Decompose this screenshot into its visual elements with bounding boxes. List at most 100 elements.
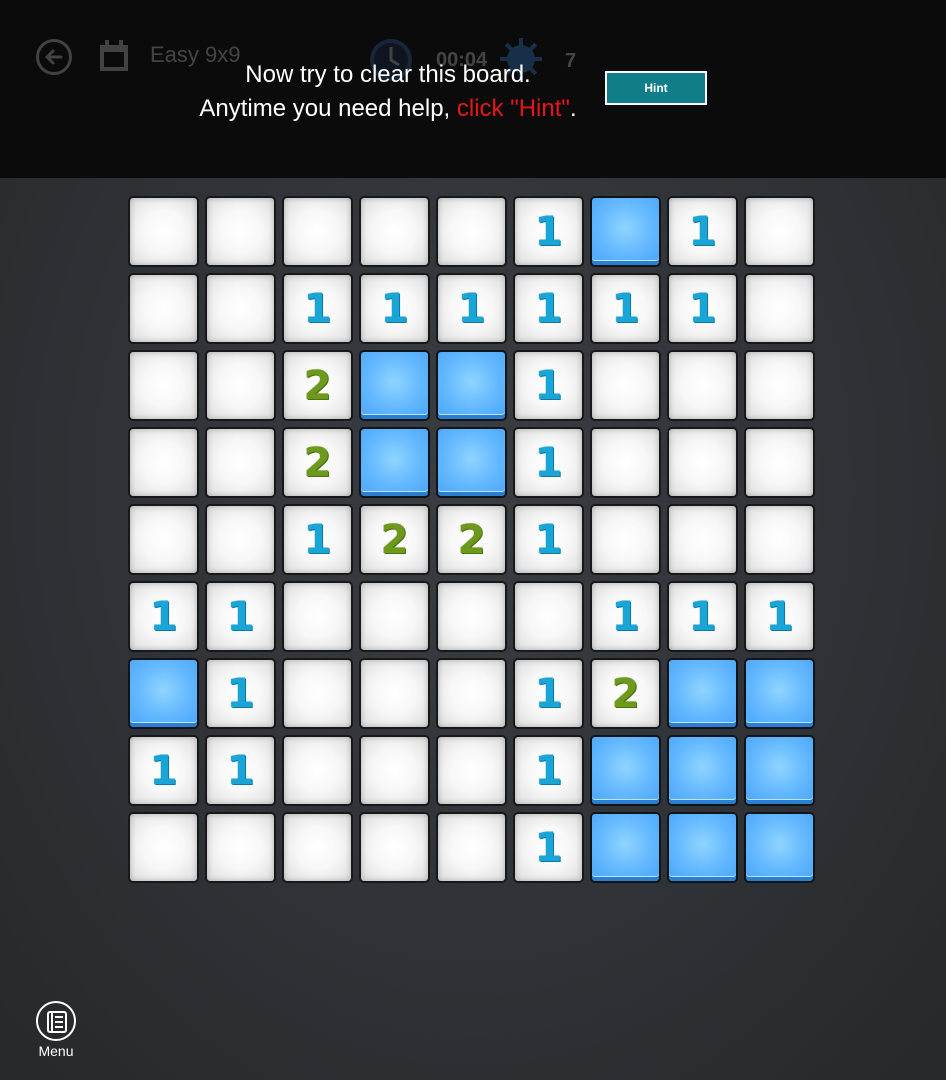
- number-tile[interactable]: 1: [590, 273, 661, 344]
- revealed-tile[interactable]: [205, 350, 276, 421]
- revealed-tile[interactable]: [359, 658, 430, 729]
- number-tile[interactable]: 1: [359, 273, 430, 344]
- tile-number: 1: [534, 285, 563, 332]
- number-tile[interactable]: 1: [205, 658, 276, 729]
- number-tile[interactable]: 1: [205, 581, 276, 652]
- revealed-tile[interactable]: [667, 350, 738, 421]
- number-tile[interactable]: 2: [282, 350, 353, 421]
- revealed-tile[interactable]: [436, 812, 507, 883]
- number-tile[interactable]: 1: [205, 735, 276, 806]
- revealed-tile[interactable]: [513, 581, 584, 652]
- tile-number: 1: [149, 593, 178, 640]
- tile-number: 1: [688, 208, 717, 255]
- revealed-tile[interactable]: [590, 427, 661, 498]
- number-tile[interactable]: 1: [667, 273, 738, 344]
- revealed-tile[interactable]: [359, 581, 430, 652]
- number-tile[interactable]: 1: [513, 504, 584, 575]
- revealed-tile[interactable]: [128, 350, 199, 421]
- revealed-tile[interactable]: [359, 812, 430, 883]
- covered-tile[interactable]: [359, 427, 430, 498]
- covered-tile[interactable]: [744, 658, 815, 729]
- revealed-tile[interactable]: [205, 427, 276, 498]
- revealed-tile[interactable]: [590, 504, 661, 575]
- covered-tile[interactable]: [667, 735, 738, 806]
- revealed-tile[interactable]: [667, 504, 738, 575]
- number-tile[interactable]: 1: [128, 735, 199, 806]
- revealed-tile[interactable]: [667, 427, 738, 498]
- number-tile[interactable]: 1: [282, 504, 353, 575]
- covered-tile[interactable]: [590, 812, 661, 883]
- menu-label: Menu: [38, 1043, 74, 1059]
- number-tile[interactable]: 1: [282, 273, 353, 344]
- hint-button[interactable]: Hint: [605, 71, 707, 105]
- revealed-tile[interactable]: [282, 196, 353, 267]
- revealed-tile[interactable]: [359, 196, 430, 267]
- revealed-tile[interactable]: [436, 658, 507, 729]
- covered-tile[interactable]: [436, 427, 507, 498]
- tutorial-line-2-prefix: Anytime you need help,: [199, 95, 457, 122]
- number-tile[interactable]: 1: [513, 350, 584, 421]
- number-tile[interactable]: 1: [667, 196, 738, 267]
- covered-tile[interactable]: [590, 196, 661, 267]
- number-tile[interactable]: 1: [128, 581, 199, 652]
- revealed-tile[interactable]: [128, 812, 199, 883]
- tile-number: 1: [457, 285, 486, 332]
- revealed-tile[interactable]: [744, 427, 815, 498]
- revealed-tile[interactable]: [205, 504, 276, 575]
- revealed-tile[interactable]: [282, 812, 353, 883]
- covered-tile[interactable]: [590, 735, 661, 806]
- revealed-tile[interactable]: [436, 196, 507, 267]
- tile-number: 2: [380, 516, 409, 563]
- number-tile[interactable]: 1: [513, 196, 584, 267]
- tile-number: 1: [534, 824, 563, 871]
- revealed-tile[interactable]: [205, 812, 276, 883]
- revealed-tile[interactable]: [436, 581, 507, 652]
- number-tile[interactable]: 1: [667, 581, 738, 652]
- revealed-tile[interactable]: [128, 196, 199, 267]
- number-tile[interactable]: 1: [590, 581, 661, 652]
- tile-number: 1: [688, 285, 717, 332]
- revealed-tile[interactable]: [205, 196, 276, 267]
- number-tile[interactable]: 2: [590, 658, 661, 729]
- tile-number: 1: [226, 747, 255, 794]
- revealed-tile[interactable]: [590, 350, 661, 421]
- covered-tile[interactable]: [667, 658, 738, 729]
- tile-number: 1: [534, 516, 563, 563]
- covered-tile[interactable]: [667, 812, 738, 883]
- revealed-tile[interactable]: [436, 735, 507, 806]
- number-tile[interactable]: 1: [513, 273, 584, 344]
- minesweeper-board: 1 1 1 1 1 1 1 1 2 1 2 1 1 2 2 1 1 1 1 1 1 1 1 2 1 1 1 1: [128, 196, 815, 883]
- covered-tile[interactable]: [744, 812, 815, 883]
- revealed-tile[interactable]: [128, 504, 199, 575]
- revealed-tile[interactable]: [744, 196, 815, 267]
- tile-number: 1: [226, 670, 255, 717]
- number-tile[interactable]: 2: [436, 504, 507, 575]
- revealed-tile[interactable]: [282, 658, 353, 729]
- number-tile[interactable]: 1: [513, 427, 584, 498]
- number-tile[interactable]: 2: [282, 427, 353, 498]
- revealed-tile[interactable]: [128, 427, 199, 498]
- covered-tile[interactable]: [436, 350, 507, 421]
- number-tile[interactable]: 1: [513, 735, 584, 806]
- covered-tile[interactable]: [359, 350, 430, 421]
- revealed-tile[interactable]: [205, 273, 276, 344]
- number-tile[interactable]: 1: [744, 581, 815, 652]
- revealed-tile[interactable]: [359, 735, 430, 806]
- tile-number: 1: [534, 747, 563, 794]
- number-tile[interactable]: 1: [436, 273, 507, 344]
- tutorial-line-2-suffix: .: [569, 95, 577, 122]
- revealed-tile[interactable]: [744, 350, 815, 421]
- revealed-tile[interactable]: [282, 735, 353, 806]
- revealed-tile[interactable]: [282, 581, 353, 652]
- number-tile[interactable]: 2: [359, 504, 430, 575]
- revealed-tile[interactable]: [128, 273, 199, 344]
- covered-tile[interactable]: [744, 735, 815, 806]
- tile-number: 1: [534, 208, 563, 255]
- tile-number: 1: [765, 593, 794, 640]
- number-tile[interactable]: 1: [513, 812, 584, 883]
- revealed-tile[interactable]: [744, 273, 815, 344]
- number-tile[interactable]: 1: [513, 658, 584, 729]
- revealed-tile[interactable]: [744, 504, 815, 575]
- covered-tile[interactable]: [128, 658, 199, 729]
- menu-button[interactable]: [36, 1001, 76, 1041]
